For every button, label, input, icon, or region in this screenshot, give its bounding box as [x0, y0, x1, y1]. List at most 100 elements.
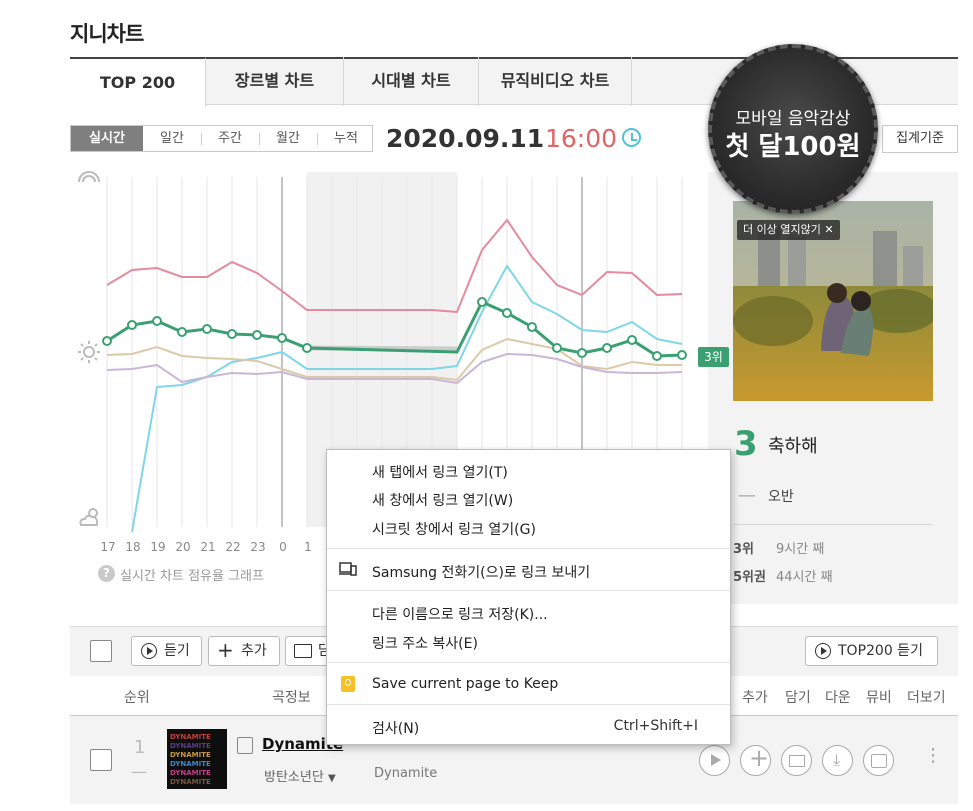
- folder-icon: [294, 644, 312, 658]
- svg-text:DYNAMITE: DYNAMITE: [170, 733, 211, 741]
- menu-separator: [327, 662, 730, 663]
- period-cumulative[interactable]: 누적: [319, 126, 373, 151]
- add-button[interactable]: + 추가: [208, 636, 280, 666]
- green-data-point: [477, 297, 487, 307]
- side-divider: [733, 524, 933, 525]
- row-album-name[interactable]: Dynamite: [374, 766, 437, 781]
- menu-separator: [327, 704, 730, 705]
- play-icon: [815, 643, 831, 659]
- menu-inspect[interactable]: 검사(N): [372, 718, 419, 738]
- promo-line2: 첫 달100원: [725, 132, 861, 162]
- green-data-point: [227, 329, 237, 339]
- col-song-info: 곡정보: [272, 690, 311, 706]
- green-data-point: [602, 343, 612, 353]
- period-monthly[interactable]: 월간: [261, 126, 315, 151]
- period-separator: [259, 133, 260, 145]
- green-data-point: [102, 336, 112, 346]
- add-label: 추가: [241, 643, 267, 659]
- chevron-down-icon[interactable]: ▼: [328, 773, 336, 784]
- green-data-point: [627, 335, 637, 345]
- x-tick-label: 0: [279, 540, 287, 554]
- green-data-point: [302, 343, 312, 353]
- svg-text:DYNAMITE: DYNAMITE: [170, 751, 211, 759]
- green-data-point: [552, 343, 562, 353]
- menu-open-new-window[interactable]: 새 창에서 링크 열기(W): [372, 490, 513, 510]
- svg-text:DYNAMITE: DYNAMITE: [170, 760, 211, 768]
- green-data-point: [252, 330, 262, 340]
- tab-music-video[interactable]: 뮤직비디오 차트: [479, 57, 632, 106]
- menu-save-to-keep[interactable]: Save current page to Keep: [372, 676, 558, 692]
- green-data-point: [677, 350, 687, 360]
- stat-rank: 5위권: [733, 570, 766, 585]
- context-menu: 새 탭에서 링크 열기(T) 새 창에서 링크 열기(W) 시크릿 창에서 링크…: [326, 449, 731, 745]
- row-download-icon[interactable]: ⤓: [822, 745, 853, 776]
- dismiss-ad-label: 더 이상 열지않기: [743, 223, 821, 236]
- close-icon[interactable]: ✕: [824, 223, 833, 236]
- col-download: 다운: [825, 690, 851, 706]
- tab-era[interactable]: 시대별 차트: [344, 57, 479, 106]
- green-data-point: [277, 333, 287, 343]
- chart-help-text[interactable]: 실시간 차트 점유율 그래프: [120, 565, 264, 584]
- green-data-point: [202, 324, 212, 334]
- help-icon[interactable]: ?: [98, 565, 115, 582]
- lyrics-icon[interactable]: [237, 737, 253, 754]
- top200-listen-button[interactable]: TOP200 듣기: [805, 636, 938, 666]
- device-icon: [339, 562, 357, 576]
- row-more-icon[interactable]: ⋮: [924, 745, 942, 766]
- cloud-sun-icon: [79, 508, 99, 526]
- row-rank-change: —: [131, 762, 147, 781]
- menu-separator: [327, 590, 730, 591]
- menu-open-new-tab[interactable]: 새 탭에서 링크 열기(T): [372, 462, 508, 482]
- dismiss-ad-chip[interactable]: 더 이상 열지않기 ✕: [737, 220, 840, 240]
- stat-duration: 9시간 째: [776, 542, 825, 557]
- current-song-artist[interactable]: 오반: [768, 486, 794, 506]
- period-selector: 실시간 일간 주간 월간 누적: [70, 125, 373, 152]
- current-rank: 3: [734, 424, 758, 464]
- svg-text:DYNAMITE: DYNAMITE: [170, 778, 211, 786]
- chart-date: 2020.09.11: [386, 124, 545, 153]
- menu-send-to-device[interactable]: Samsung 전화기(으)로 링크 보내기: [372, 562, 590, 582]
- row-folder-icon[interactable]: [781, 745, 812, 776]
- clock-icon[interactable]: [622, 128, 641, 147]
- x-tick-label: 21: [200, 540, 216, 554]
- period-daily[interactable]: 일간: [145, 126, 199, 151]
- period-weekly[interactable]: 주간: [203, 126, 257, 151]
- stat-duration: 44시간 째: [776, 570, 833, 585]
- period-realtime[interactable]: 실시간: [71, 126, 143, 151]
- green-data-point: [152, 316, 162, 326]
- green-data-point: [502, 308, 512, 318]
- menu-open-incognito[interactable]: 시크릿 창에서 링크 열기(G): [372, 519, 536, 539]
- x-tick-label: 23: [250, 540, 266, 554]
- row-artist[interactable]: 방탄소년단 ▼: [264, 766, 336, 785]
- menu-inspect-shortcut: Ctrl+Shift+I: [613, 718, 698, 734]
- x-tick-label: 17: [100, 540, 116, 554]
- row-album-thumbnail[interactable]: DYNAMITE DYNAMITE DYNAMITE DYNAMITE DYNA…: [167, 729, 227, 789]
- row-checkbox[interactable]: [90, 749, 112, 771]
- select-all-checkbox[interactable]: [90, 640, 112, 662]
- hot-level-icon: [78, 171, 100, 182]
- green-data-point: [527, 322, 537, 332]
- sun-icon: [78, 341, 100, 363]
- row-artist-name: 방탄소년단: [264, 770, 324, 785]
- stat-rank: 3위: [733, 542, 755, 557]
- keep-button[interactable]: 담: [285, 636, 331, 666]
- keep-icon: [341, 676, 355, 692]
- menu-save-link-as[interactable]: 다른 이름으로 링크 저장(K)...: [372, 604, 548, 624]
- x-tick-label: 18: [125, 540, 141, 554]
- row-video-icon[interactable]: [863, 745, 894, 776]
- menu-copy-link[interactable]: 링크 주소 복사(E): [372, 633, 478, 653]
- x-tick-label: 19: [150, 540, 166, 554]
- criteria-button[interactable]: 집계기준: [882, 125, 958, 153]
- play-icon: [141, 643, 157, 659]
- row-play-icon[interactable]: [699, 745, 730, 776]
- tab-genre[interactable]: 장르별 차트: [206, 57, 344, 106]
- col-add: 추가: [742, 690, 768, 706]
- tab-top200[interactable]: TOP 200: [70, 57, 206, 107]
- listen-button[interactable]: 듣기: [131, 636, 202, 666]
- col-mv: 뮤비: [866, 690, 892, 706]
- menu-separator: [327, 548, 730, 549]
- current-song-title[interactable]: 축하해: [768, 432, 818, 458]
- x-tick-label: 1: [304, 540, 312, 554]
- row-add-icon[interactable]: +: [740, 744, 771, 776]
- x-tick-label: 22: [225, 540, 241, 554]
